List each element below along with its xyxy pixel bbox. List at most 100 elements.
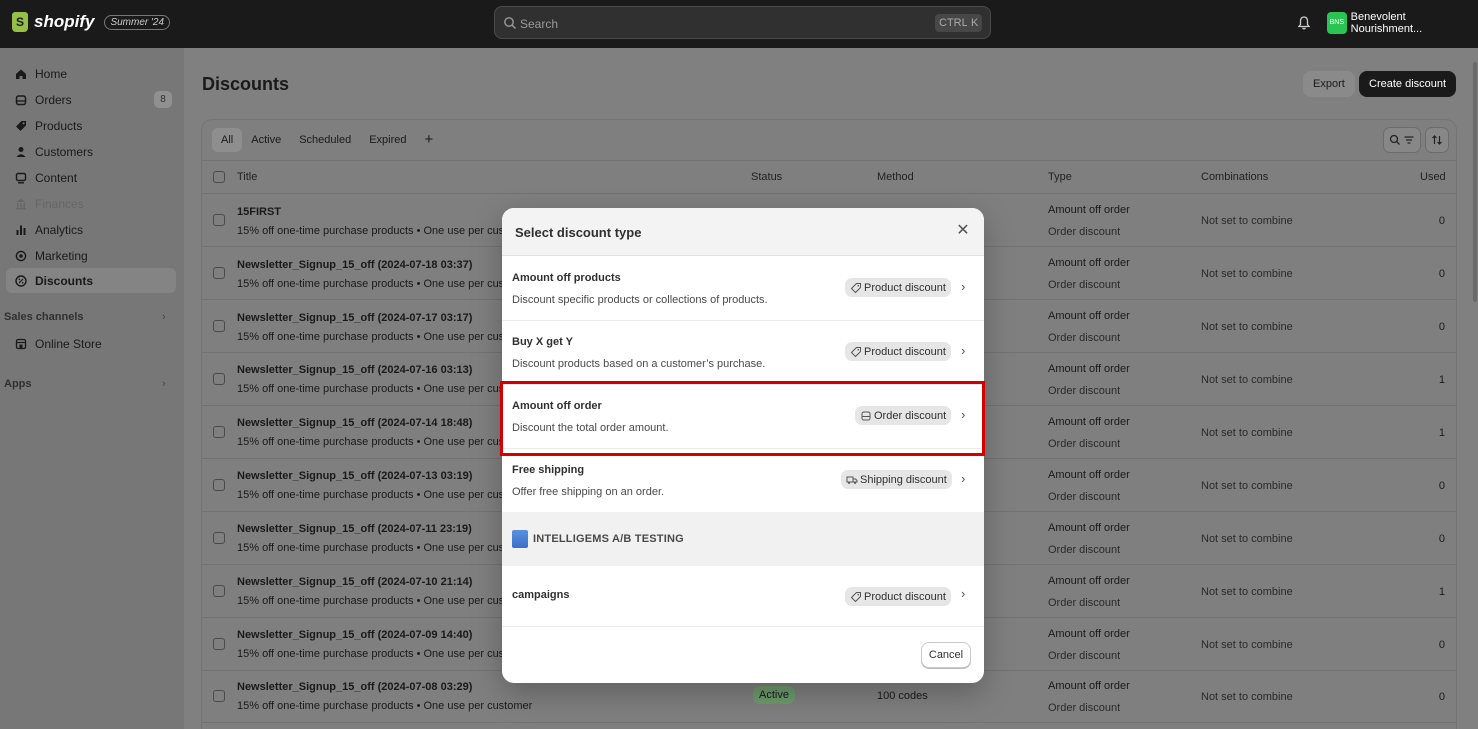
sales-channels-heading[interactable]: Sales channels <box>4 311 84 323</box>
option-buy-x-get-y[interactable]: Buy X get Y Discount products based on a… <box>502 321 984 385</box>
discount-title[interactable]: Newsletter_Signup_15_off (2024-07-11 23:… <box>237 523 472 535</box>
store-avatar: BNS <box>1327 12 1347 34</box>
tag-icon <box>15 120 27 132</box>
column-header-method[interactable]: Method <box>877 171 914 183</box>
combinations: Not set to combine <box>1201 533 1293 545</box>
row-checkbox[interactable] <box>213 214 225 226</box>
column-header-used[interactable]: Used <box>1420 171 1446 183</box>
discount-title[interactable]: Newsletter_Signup_15_off (2024-07-08 03:… <box>237 681 472 693</box>
sidebar-item-products[interactable]: Products <box>6 113 176 138</box>
row-checkbox[interactable] <box>213 532 225 544</box>
store-menu[interactable]: BNS Benevolent Nourishment... <box>1327 11 1478 35</box>
row-checkbox[interactable] <box>213 638 225 650</box>
column-header-status[interactable]: Status <box>751 171 782 183</box>
sidebar-item-analytics[interactable]: Analytics <box>6 217 176 242</box>
chevron-right-icon: › <box>961 343 966 358</box>
sidebar-item-marketing[interactable]: Marketing <box>6 243 176 268</box>
sidebar-item-label: Products <box>35 118 83 133</box>
add-view-button[interactable]: + <box>416 128 443 152</box>
row-checkbox[interactable] <box>213 585 225 597</box>
tag-icon <box>850 346 861 357</box>
tab-expired[interactable]: Expired <box>360 128 415 152</box>
discount-title[interactable]: 15FIRST <box>237 206 281 218</box>
shopify-logo[interactable]: S shopify Summer '24 <box>12 12 171 32</box>
select-all-checkbox[interactable] <box>213 171 225 183</box>
tag-icon <box>850 282 861 293</box>
sort-button[interactable] <box>1426 128 1448 152</box>
export-button[interactable]: Export <box>1303 71 1355 97</box>
combinations: Not set to combine <box>1201 268 1293 280</box>
discount-title[interactable]: Newsletter_Signup_15_off (2024-07-09 14:… <box>237 629 472 641</box>
search-icon <box>1389 134 1400 145</box>
sidebar-item-customers[interactable]: Customers <box>6 139 176 164</box>
search-placeholder: Search <box>520 17 559 31</box>
combinations: Not set to combine <box>1201 639 1293 651</box>
sidebar-item-label: Discounts <box>35 273 94 288</box>
column-header-type[interactable]: Type <box>1048 171 1072 183</box>
discount-title[interactable]: Newsletter_Signup_15_off (2024-07-10 21:… <box>237 576 472 588</box>
row-checkbox[interactable] <box>213 690 225 702</box>
discount-summary: 15% off one-time purchase products • One… <box>237 225 533 237</box>
tab-active[interactable]: Active <box>242 128 290 152</box>
option-amount-off-products[interactable]: Amount off products Discount specific pr… <box>502 257 984 321</box>
chevron-right-icon[interactable]: › <box>162 378 166 390</box>
discount-type-sub: Order discount <box>1048 650 1121 662</box>
discount-class-badge: Product discount <box>845 278 951 297</box>
sidebar-item-discounts[interactable]: Discounts <box>6 268 176 293</box>
sidebar-item-label: Orders <box>35 92 72 107</box>
discount-title[interactable]: Newsletter_Signup_15_off (2024-07-13 03:… <box>237 470 472 482</box>
option-description: Discount products based on a customer’s … <box>512 358 766 370</box>
option-campaigns[interactable]: campaigns Product discount › <box>502 566 984 627</box>
search-filter-button[interactable] <box>1384 128 1420 152</box>
brand-wordmark: shopify <box>34 12 95 31</box>
search-bar[interactable]: Search CTRL K <box>494 6 991 39</box>
close-icon[interactable]: ✕ <box>954 222 972 240</box>
column-header-title[interactable]: Title <box>237 171 257 183</box>
badge-label: Product discount <box>864 590 946 603</box>
sidebar-item-home[interactable]: Home <box>6 61 176 86</box>
column-header-combinations[interactable]: Combinations <box>1201 171 1268 183</box>
create-discount-button[interactable]: Create discount <box>1359 71 1457 97</box>
page-scrollbar[interactable] <box>1473 62 1477 302</box>
discount-class-badge: Product discount <box>845 587 951 606</box>
discount-title[interactable]: Newsletter_Signup_15_off (2024-07-18 03:… <box>237 259 472 271</box>
discount-type: Amount off order <box>1048 257 1130 269</box>
discount-title[interactable]: Newsletter_Signup_15_off (2024-07-17 03:… <box>237 312 472 324</box>
tab-scheduled[interactable]: Scheduled <box>290 128 360 152</box>
shortcut-k-key: K <box>967 14 983 32</box>
sidebar-item-orders[interactable]: Orders <box>6 87 176 112</box>
tab-all[interactable]: All <box>212 128 243 152</box>
badge-label: Product discount <box>864 281 946 294</box>
row-checkbox[interactable] <box>213 320 225 332</box>
combinations: Not set to combine <box>1201 215 1293 227</box>
cancel-button[interactable]: Cancel <box>921 642 971 668</box>
store-name: Benevolent Nourishment... <box>1350 11 1423 35</box>
discount-title[interactable]: Newsletter_Signup_15_off (2024-07-14 18:… <box>237 417 472 429</box>
sidebar-item-content[interactable]: Content <box>6 165 176 190</box>
sidebar-item-label: Online Store <box>35 336 102 351</box>
discount-title[interactable]: Newsletter_Signup_15_off (2024-07-16 03:… <box>237 364 472 376</box>
used-count: 1 <box>1438 586 1445 598</box>
option-free-shipping[interactable]: Free shipping Offer free shipping on an … <box>502 449 984 513</box>
store-icon <box>15 338 27 350</box>
row-checkbox[interactable] <box>213 373 225 385</box>
sidebar-item-online-store[interactable]: Online Store <box>6 331 176 356</box>
discount-summary: 15% off one-time purchase products • One… <box>237 278 533 290</box>
chevron-right-icon[interactable]: › <box>162 311 166 323</box>
row-checkbox[interactable] <box>213 479 225 491</box>
option-title: campaigns <box>512 589 570 601</box>
orders-icon <box>15 94 27 106</box>
discount-type: Amount off order <box>1048 680 1130 692</box>
apps-heading[interactable]: Apps <box>4 378 32 390</box>
used-count: 0 <box>1438 639 1445 651</box>
shopify-bag-icon: S <box>12 12 28 32</box>
bell-icon[interactable] <box>1296 15 1312 31</box>
used-count: 1 <box>1438 374 1445 386</box>
sidebar-item-label: Finances <box>35 196 84 211</box>
intelligems-app-icon <box>512 530 528 548</box>
sidebar-item-finances[interactable]: Finances <box>6 191 176 216</box>
discount-type-sub: Order discount <box>1048 491 1121 503</box>
row-checkbox[interactable] <box>213 267 225 279</box>
row-checkbox[interactable] <box>213 426 225 438</box>
bank-icon <box>15 198 27 210</box>
